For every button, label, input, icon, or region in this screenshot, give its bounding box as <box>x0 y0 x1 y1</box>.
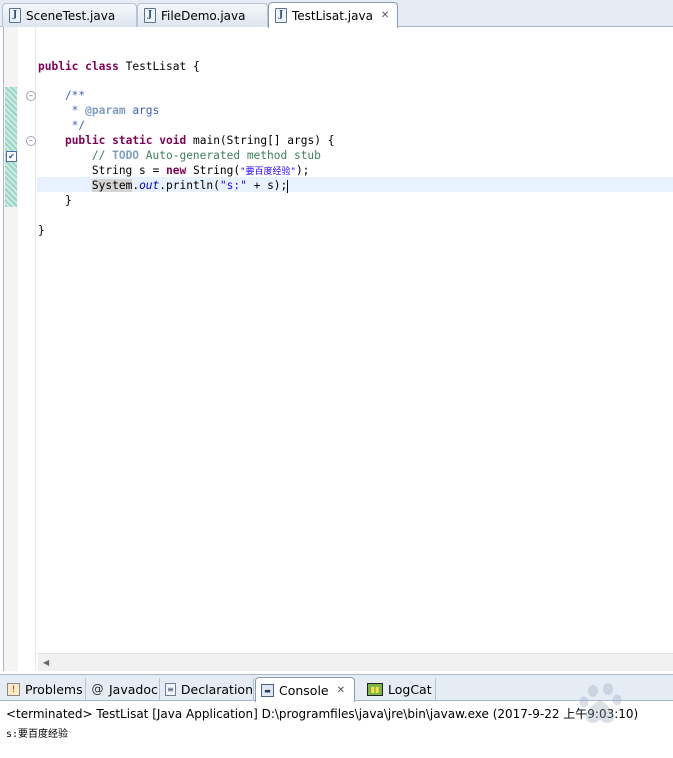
code-text: args <box>125 104 160 117</box>
horizontal-scrollbar[interactable]: ◀ <box>38 653 673 671</box>
view-tab-label: LogCat <box>388 682 432 697</box>
code-line: */ <box>38 119 86 132</box>
static-field: out <box>139 179 160 192</box>
java-file-icon: J <box>275 8 287 23</box>
code-text: String s = <box>38 164 166 177</box>
console-status: <terminated> TestLisat [Java Application… <box>6 707 639 721</box>
javadoc-tag: @param <box>85 104 126 117</box>
keyword: class <box>85 60 119 73</box>
fold-collapse-icon[interactable]: – <box>26 136 36 146</box>
code-text: Auto-generated method stub <box>139 149 321 162</box>
java-file-icon: J <box>9 8 21 23</box>
problems-icon: ! <box>7 683 20 696</box>
code-text: TestLisat { <box>118 60 200 73</box>
code-text: + s); <box>246 179 288 192</box>
view-tab-bar: ! Problems @ Javadoc ≡ Declaration ▬ Con… <box>0 675 673 702</box>
code-line: // TODO Auto-generated method stub <box>38 148 321 163</box>
view-tab-label: Javadoc <box>109 682 158 697</box>
vertical-ruler: ✔ <box>4 27 18 671</box>
code-text: // <box>38 149 113 162</box>
baidu-watermark <box>579 683 622 723</box>
string-literal: "要百度经验" <box>240 167 296 177</box>
tab-console[interactable]: ▬ Console ✕ <box>255 677 355 702</box>
editor-tab-filedemo[interactable]: J FileDemo.java <box>137 3 268 27</box>
code-text: .println( <box>159 179 220 192</box>
editor-tab-label: FileDemo.java <box>161 8 246 23</box>
code-line: public static void main(String[] args) { <box>38 133 334 148</box>
declaration-icon: ≡ <box>165 683 176 696</box>
todo-tag: TODO <box>112 149 140 162</box>
console-output: s:要百度经验 <box>6 729 69 740</box>
editor-tab-bar: J SceneTest.java J FileDemo.java J TestL… <box>0 0 673 28</box>
editor-tab-label: TestLisat.java <box>292 8 373 23</box>
java-file-icon: J <box>144 8 156 23</box>
fold-collapse-icon[interactable]: – <box>26 91 36 101</box>
keyword: new <box>165 164 187 177</box>
code-line: } <box>38 194 72 207</box>
folding-column: – – <box>18 27 36 671</box>
view-tab-label: Problems <box>25 682 83 697</box>
scroll-left-icon[interactable]: ◀ <box>43 658 49 667</box>
view-tab-label: Console <box>279 682 329 698</box>
task-marker-icon[interactable]: ✔ <box>6 151 17 162</box>
code-line: /** <box>38 89 86 102</box>
code-text: * <box>38 104 86 117</box>
code-line: } <box>38 224 45 237</box>
string-literal: "s:" <box>219 179 247 192</box>
code-editor[interactable]: ✔ – – public class TestLisat { /** * @pa… <box>3 27 673 671</box>
code-text: main(String[] args) { <box>186 134 335 147</box>
keyword: public <box>38 60 79 73</box>
code-line: public class TestLisat { <box>38 59 200 74</box>
code-line: String s = new String("要百度经验"); <box>38 163 310 178</box>
keyword: static <box>112 134 153 147</box>
view-tab-label: Declaration <box>180 682 253 697</box>
editor-tab-testlisat[interactable]: J TestLisat.java ✕ <box>268 2 398 28</box>
change-marker <box>5 87 17 207</box>
close-tab-icon[interactable]: ✕ <box>337 685 345 696</box>
editor-tab-scenetest[interactable]: J SceneTest.java <box>2 3 137 27</box>
code-text: String( <box>186 164 241 177</box>
logcat-icon: ▮▮ <box>367 683 383 696</box>
close-tab-icon[interactable]: ✕ <box>381 10 389 21</box>
occurrence-highlight: System <box>91 179 133 192</box>
code-line: System.out.println("s:" + s); <box>38 178 289 193</box>
tab-logcat[interactable]: ▮▮ LogCat <box>362 678 436 701</box>
code-line: * @param args <box>38 103 160 118</box>
at-icon: @ <box>91 682 104 696</box>
console-icon: ▬ <box>261 683 274 697</box>
bottom-panel: ! Problems @ Javadoc ≡ Declaration ▬ Con… <box>0 674 673 758</box>
tab-javadoc[interactable]: @ Javadoc <box>86 678 160 701</box>
code-text: ); <box>295 164 310 177</box>
editor-tab-label: SceneTest.java <box>26 8 116 23</box>
text-caret <box>287 179 289 193</box>
keyword: public <box>64 134 106 147</box>
tab-problems[interactable]: ! Problems <box>2 678 86 701</box>
tab-declaration[interactable]: ≡ Declaration <box>160 678 254 701</box>
keyword: void <box>159 134 187 147</box>
